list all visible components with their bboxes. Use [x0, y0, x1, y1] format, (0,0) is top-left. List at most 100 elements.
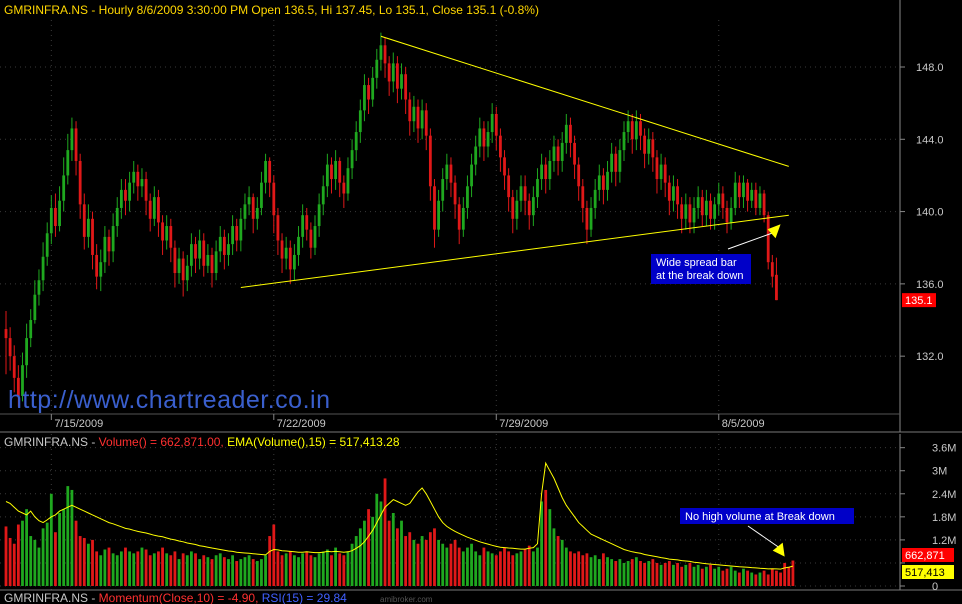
candle-body	[338, 160, 342, 183]
volume-bar	[62, 509, 66, 586]
candle-body	[198, 240, 202, 259]
volume-bar	[593, 555, 597, 586]
candle-body	[552, 146, 556, 161]
candle-body	[441, 179, 445, 201]
breakdown-label-line1: Wide spread bar	[656, 257, 737, 269]
volume-label-text: No high volume at Break down	[685, 511, 835, 523]
volume-bar	[276, 551, 280, 586]
candle-body	[293, 254, 296, 270]
candle-body	[288, 247, 292, 270]
volume-bar	[338, 553, 342, 586]
volume-bar	[334, 547, 337, 586]
last-ema-label: 517,413	[905, 567, 945, 579]
volume-bar	[136, 551, 140, 586]
volume-bar	[507, 551, 511, 586]
volume-bar	[103, 549, 107, 586]
volume-bar	[214, 555, 218, 586]
candle-body	[643, 135, 646, 154]
volume-bar	[688, 562, 692, 586]
volume-bar	[775, 570, 778, 586]
candle-body	[276, 215, 280, 241]
volume-bar	[725, 568, 729, 586]
volume-bar	[420, 536, 424, 586]
candle-body	[313, 226, 317, 248]
candle-body	[78, 160, 82, 205]
candle-body	[564, 124, 568, 143]
candle-body	[222, 236, 226, 255]
candle-body	[91, 218, 94, 255]
candle-body	[696, 197, 700, 208]
volume-bar	[346, 551, 350, 586]
volume-bar	[148, 555, 152, 586]
volume-bar	[115, 555, 119, 586]
volume-bar	[457, 547, 461, 586]
candle-body	[396, 63, 399, 89]
volume-bar	[144, 549, 148, 586]
candle-body	[445, 164, 449, 180]
volume-bar	[659, 564, 663, 586]
candle-body	[243, 204, 247, 219]
volume-bar	[791, 560, 795, 586]
volume-bar	[770, 568, 774, 586]
volume-bar	[531, 551, 535, 586]
candle-body	[705, 200, 708, 216]
date-tick-label: 8/5/2009	[722, 418, 765, 430]
volume-bar	[128, 551, 131, 586]
volume-bar	[729, 566, 733, 586]
candle-body	[725, 207, 729, 223]
candle-body	[511, 197, 515, 219]
candle-body	[428, 135, 432, 187]
volume-bar	[486, 551, 490, 586]
candle-body	[597, 175, 601, 190]
candle-body	[330, 164, 333, 180]
volume-bar	[330, 555, 333, 586]
candle-body	[206, 254, 210, 266]
candle-body	[733, 182, 737, 208]
candle-body	[354, 132, 358, 151]
candle-body	[717, 193, 721, 205]
volume-bar	[643, 562, 646, 586]
volume-bar	[482, 547, 486, 586]
volume-bar	[231, 555, 234, 586]
candle-body	[746, 182, 749, 201]
candle-body	[202, 240, 206, 266]
volume-bar	[569, 551, 572, 586]
volume-bar	[787, 566, 791, 586]
candle-body	[400, 74, 403, 89]
volume-bar	[499, 551, 502, 586]
volume-bar	[342, 555, 346, 586]
volume-bar	[705, 566, 708, 586]
volume-bar	[301, 553, 305, 586]
candle-body	[585, 207, 589, 230]
candle-body	[185, 265, 189, 281]
volume-bar	[428, 532, 432, 586]
volume-bar	[750, 572, 754, 586]
volume-bar	[91, 539, 94, 586]
candle-body	[684, 204, 688, 219]
candle-body	[676, 186, 679, 205]
volume-bar	[536, 547, 539, 586]
candle-body	[457, 204, 461, 230]
candle-body	[169, 226, 173, 248]
volume-bar	[227, 559, 230, 586]
volume-bar	[700, 568, 704, 586]
volume-bar	[157, 551, 160, 586]
volume-bar	[152, 553, 156, 586]
candle-body	[251, 197, 255, 219]
candle-body	[569, 124, 572, 143]
volume-bar	[95, 551, 99, 586]
candle-body	[95, 254, 99, 277]
volume-bar	[709, 564, 712, 586]
candle-body	[115, 207, 119, 227]
volume-bar	[165, 553, 169, 586]
candle-body	[433, 186, 436, 230]
candle-body	[144, 179, 148, 201]
candle-body	[12, 356, 16, 378]
volume-bar	[511, 555, 515, 586]
volume-bar	[45, 522, 49, 586]
price-tick-label: 136.0	[916, 279, 944, 291]
candle-body	[758, 193, 762, 208]
volume-bar	[375, 493, 379, 586]
candle-body	[157, 197, 160, 223]
volume-bar	[177, 559, 181, 586]
